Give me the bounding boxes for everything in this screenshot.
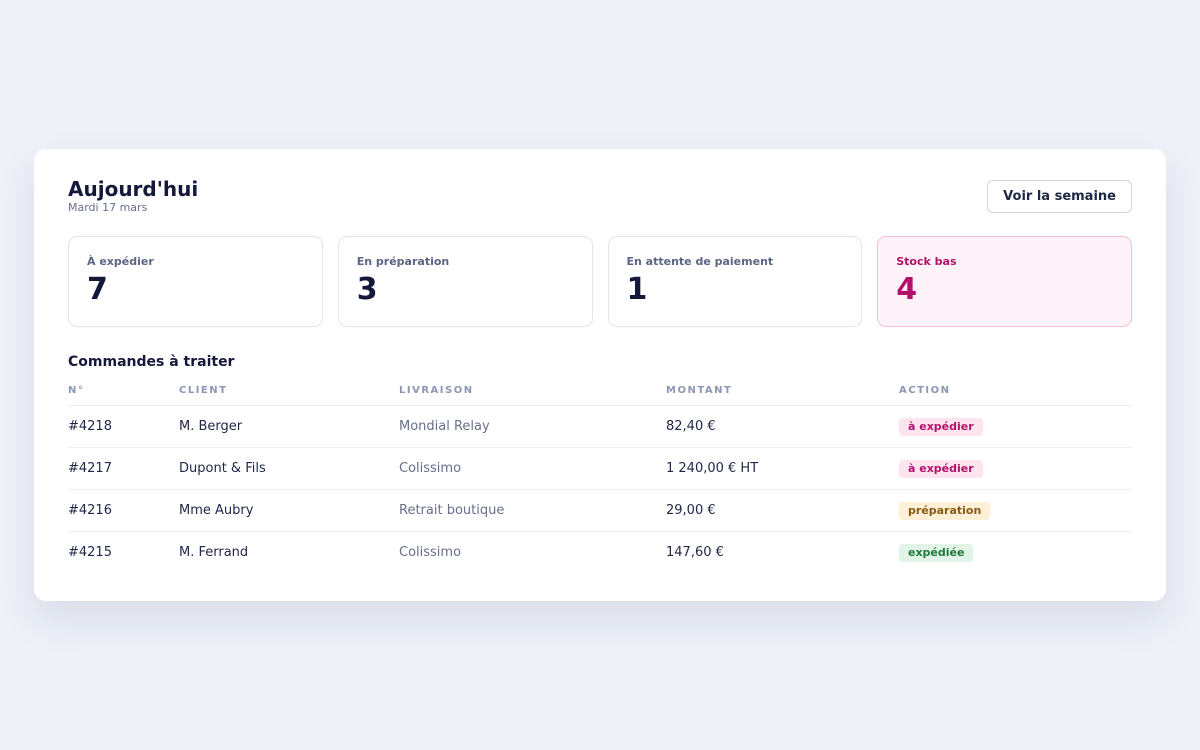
- order-number: #4217: [68, 447, 179, 490]
- kpi-card-low-stock[interactable]: Stock bas 4: [877, 236, 1132, 327]
- kpi-label: À expédier: [87, 255, 154, 268]
- order-action-cell: préparation: [899, 489, 1132, 532]
- table-row[interactable]: #4216 Mme Aubry Retrait boutique 29,00 €…: [68, 489, 1132, 532]
- kpi-label: En attente de paiement: [626, 255, 774, 268]
- order-client: M. Ferrand: [179, 545, 249, 560]
- order-client: Mme Aubry: [179, 489, 399, 532]
- order-number: #4218: [68, 405, 179, 448]
- order-delivery: Retrait boutique: [399, 489, 666, 532]
- kpi-label: En préparation: [356, 255, 450, 268]
- order-client: Dupont & Fils: [179, 447, 399, 490]
- today-panel: Aujourd'hui Mardi 17 mars Voir la semain…: [34, 149, 1166, 601]
- order-delivery: Colissimo: [399, 447, 666, 490]
- kpi-card-awaiting-payment[interactable]: En attente de paiement 1: [607, 236, 863, 327]
- panel-header: Aujourd'hui Mardi 17 mars Voir la semain…: [68, 178, 1132, 236]
- order-client: M. Berger: [179, 405, 399, 448]
- table-row[interactable]: #4215 M. Ferrand Colissimo 147,60 € expé…: [68, 532, 1132, 574]
- column-header-amount: MONTANT: [666, 375, 899, 406]
- column-header-number: N°: [68, 375, 179, 406]
- order-amount: 29,00 €: [666, 489, 899, 532]
- page-title: Aujourd'hui: [68, 177, 199, 201]
- kpi-row: À expédier 7 En préparation 3 En attente…: [68, 236, 1132, 327]
- status-badge[interactable]: expédiée: [899, 543, 974, 562]
- column-header-client: CLIENT: [179, 375, 399, 406]
- order-amount: 147,60 €: [666, 545, 724, 560]
- column-header-delivery: LIVRAISON: [399, 375, 666, 406]
- view-week-button[interactable]: Voir la semaine: [987, 180, 1132, 213]
- kpi-value: 3: [356, 272, 378, 307]
- status-badge[interactable]: à expédier: [899, 459, 983, 478]
- orders-section-title: Commandes à traiter: [68, 354, 235, 370]
- table-header-row: N° CLIENT LIVRAISON MONTANT ACTION: [68, 375, 1132, 406]
- page-date: Mardi 17 mars: [68, 201, 148, 214]
- kpi-label: Stock bas: [896, 255, 957, 268]
- order-amount: 1 240,00 € HT: [666, 447, 899, 490]
- kpi-card-to-ship[interactable]: À expédier 7: [68, 236, 323, 327]
- kpi-value: 4: [896, 272, 918, 307]
- order-delivery: Mondial Relay: [399, 405, 666, 448]
- kpi-card-in-preparation[interactable]: En préparation 3: [337, 236, 593, 327]
- order-number: #4215: [68, 545, 112, 560]
- order-delivery: Colissimo: [399, 545, 462, 560]
- kpi-value: 1: [626, 272, 648, 307]
- table-row[interactable]: #4218 M. Berger Mondial Relay 82,40 € à …: [68, 405, 1132, 448]
- order-number: #4216: [68, 489, 179, 532]
- status-badge[interactable]: à expédier: [899, 417, 983, 436]
- orders-table: N° CLIENT LIVRAISON MONTANT ACTION #4218…: [68, 375, 1132, 573]
- title-block: Aujourd'hui Mardi 17 mars: [68, 178, 198, 215]
- order-action-cell: à expédier: [899, 405, 1132, 448]
- order-action-cell: expédiée: [899, 532, 1132, 574]
- column-header-action: ACTION: [899, 375, 1132, 406]
- order-amount: 82,40 €: [666, 405, 899, 448]
- order-action-cell: à expédier: [899, 447, 1132, 490]
- kpi-value: 7: [87, 272, 108, 307]
- status-badge[interactable]: préparation: [899, 501, 991, 520]
- table-row[interactable]: #4217 Dupont & Fils Colissimo 1 240,00 €…: [68, 447, 1132, 490]
